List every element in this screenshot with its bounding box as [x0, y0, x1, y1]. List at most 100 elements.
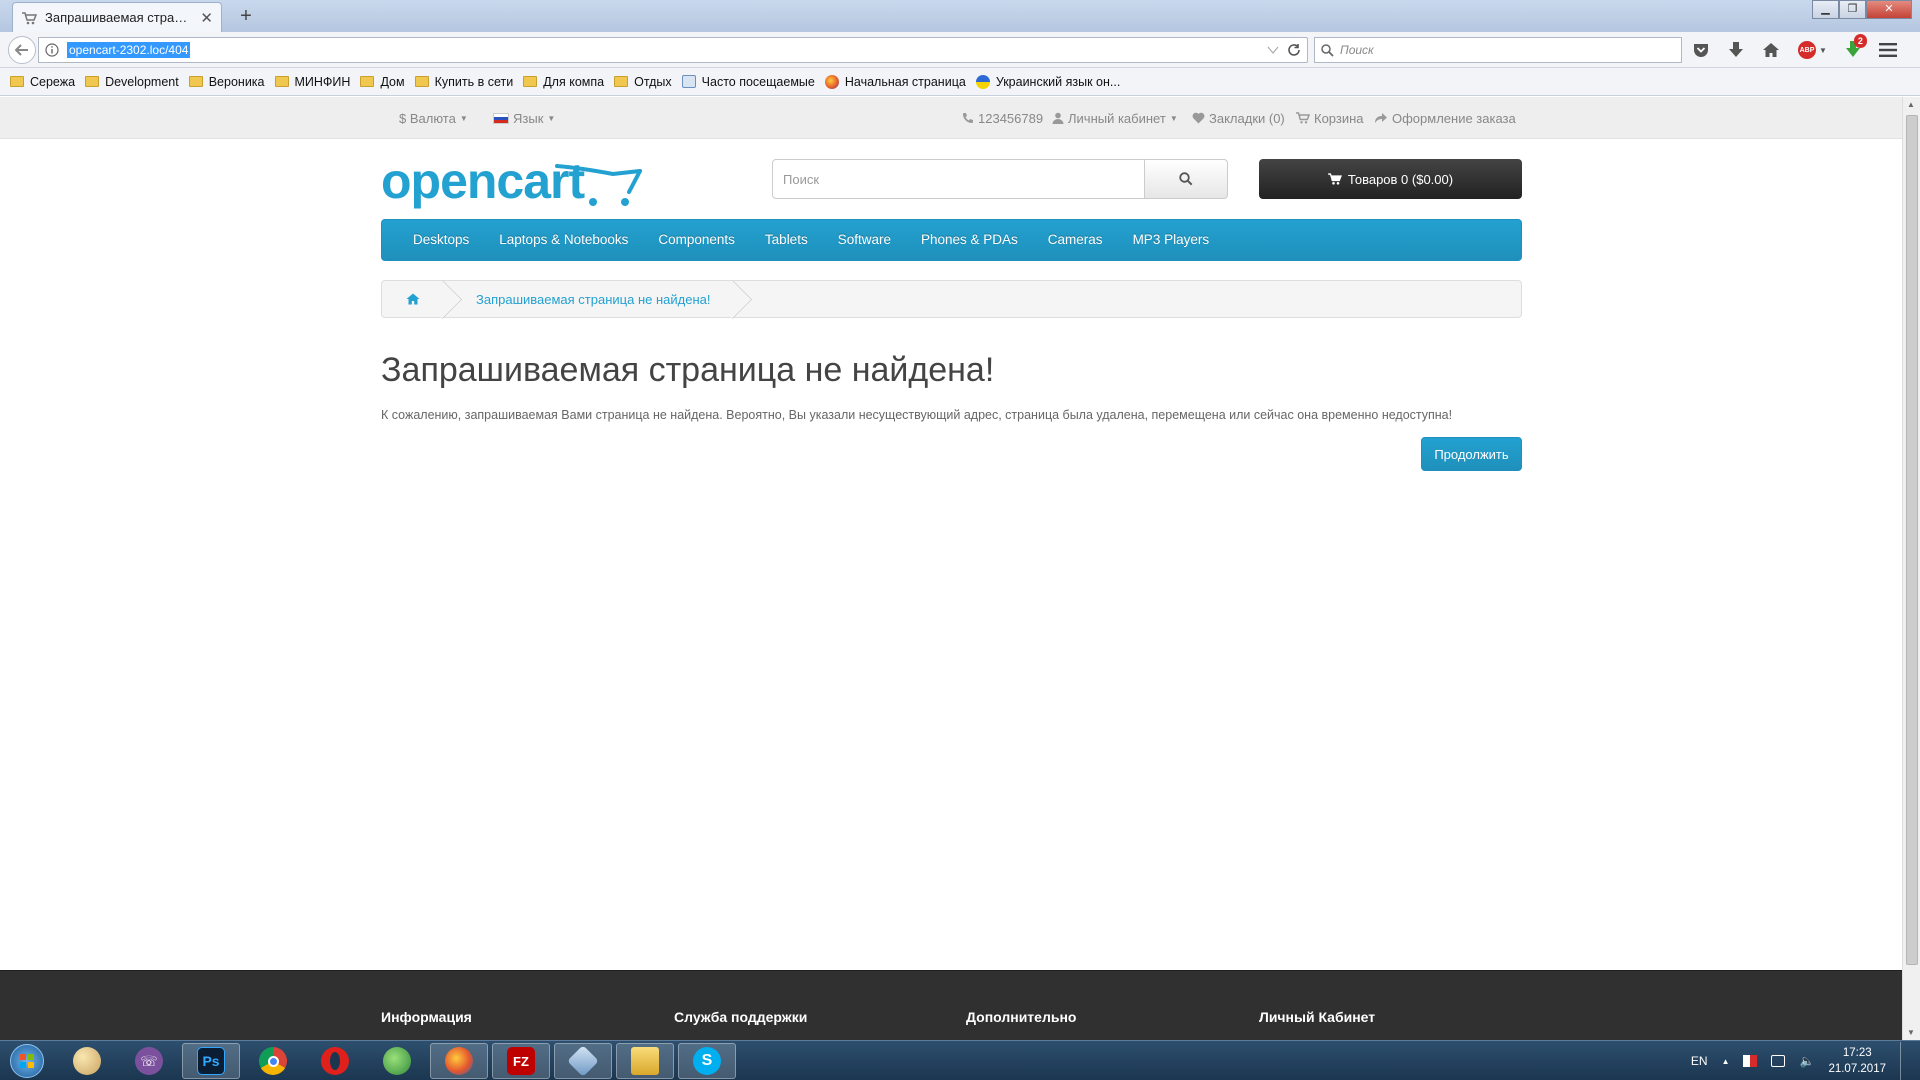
bookmark-item[interactable]: Сережа [10, 75, 75, 89]
breadcrumb-home[interactable] [382, 281, 444, 317]
volume-icon[interactable]: 🔈 [1799, 1054, 1814, 1068]
ukraine-flag-icon [975, 74, 990, 89]
menu-item-phones[interactable]: Phones & PDAs [906, 219, 1033, 261]
system-tray: EN ▲ 🔈 17:23 21.07.2017 [1691, 1041, 1910, 1080]
language-dropdown[interactable]: Язык ▼ [493, 97, 555, 139]
continue-button[interactable]: Продолжить [1421, 437, 1522, 471]
bookmark-item[interactable]: Для компа [523, 75, 604, 89]
url-text[interactable]: opencart-2302.loc/404 [67, 42, 191, 58]
skype-icon: S [693, 1047, 721, 1075]
taskbar-app-opera[interactable] [306, 1043, 364, 1079]
maximize-button[interactable]: ❐ [1839, 0, 1866, 19]
bookmark-item[interactable]: МИНФИН [274, 75, 350, 89]
taskbar-app-paint[interactable] [58, 1043, 116, 1079]
taskbar-app-explorer[interactable] [616, 1043, 674, 1079]
store-search-button[interactable] [1144, 159, 1228, 199]
taskbar-app-filezilla[interactable]: FZ [492, 1043, 550, 1079]
cart-favicon-icon [21, 11, 37, 25]
phone-number: 123456789 [978, 110, 1044, 126]
new-tab-button[interactable]: + [234, 3, 258, 29]
adblock-addon[interactable]: ABP ▼ [1798, 41, 1827, 59]
start-button[interactable] [4, 1042, 50, 1080]
input-language[interactable]: EN [1691, 1054, 1708, 1068]
bookmark-item[interactable]: Дом [360, 75, 405, 89]
scrollbar-thumb[interactable] [1906, 115, 1918, 965]
home-icon [406, 293, 420, 305]
scroll-down-arrow-icon[interactable]: ▼ [1907, 1028, 1915, 1037]
download-helper-addon[interactable]: 2 [1845, 33, 1867, 61]
cart-icon [1296, 112, 1310, 124]
action-center-flag-icon[interactable] [1743, 1055, 1758, 1067]
not-found-message: К сожалению, запрашиваемая Вами страница… [381, 408, 1453, 422]
menu-item-mp3[interactable]: MP3 Players [1118, 219, 1225, 261]
bookmark-item[interactable]: Development [85, 75, 179, 89]
bookmark-item[interactable]: Купить в сети [414, 74, 514, 89]
show-hidden-icons-icon[interactable]: ▲ [1722, 1057, 1730, 1066]
bookmark-item[interactable]: Отдых [614, 75, 672, 89]
home-icon[interactable] [1762, 42, 1780, 58]
back-button[interactable] [8, 36, 36, 64]
cart-label: Корзина [1314, 110, 1364, 126]
clock-time: 17:23 [1842, 1047, 1872, 1059]
taskbar-app-virtualbox[interactable] [554, 1043, 612, 1079]
address-bar[interactable]: opencart-2302.loc/404 [38, 37, 1308, 63]
account-dropdown[interactable]: Личный кабинет ▼ [1052, 97, 1178, 139]
breadcrumb-current[interactable]: Запрашиваемая страница не найдена! [444, 281, 734, 317]
cart-total-button[interactable]: Товаров 0 ($0.00) [1259, 159, 1522, 199]
dropdown-arrow-icon[interactable] [1267, 46, 1279, 54]
bookmark-item[interactable]: Вероника [188, 74, 265, 89]
taskbar-app-firefox[interactable] [430, 1043, 488, 1079]
taskbar-app-viber[interactable]: ☏ [120, 1043, 178, 1079]
close-window-button[interactable]: ✕ [1866, 0, 1912, 19]
bookmark-label: Вероника [208, 74, 265, 89]
bookmark-label: Украинский язык он... [995, 74, 1121, 89]
bookmark-item[interactable]: Начальная страница [824, 74, 966, 89]
adblock-icon: ABP [1798, 41, 1816, 59]
taskbar-app-chrome[interactable] [244, 1043, 302, 1079]
footer-heading-support: Служба поддержки [674, 1009, 808, 1025]
bookmark-item[interactable]: Украинский язык он... [975, 74, 1121, 89]
menu-item-software[interactable]: Software [823, 219, 906, 261]
download-icon[interactable] [1728, 41, 1744, 59]
minimize-button[interactable]: ▁ [1812, 0, 1839, 19]
menu-item-components[interactable]: Components [643, 219, 750, 261]
opencart-logo[interactable]: opencart [381, 153, 651, 210]
phone-link[interactable]: 123456789 [962, 97, 1043, 139]
clock[interactable]: 17:23 21.07.2017 [1828, 1045, 1886, 1077]
vertical-scrollbar[interactable]: ▲ ▼ [1902, 97, 1920, 1040]
browser-search-bar[interactable]: Поиск [1314, 37, 1682, 63]
pocket-icon[interactable] [1692, 42, 1710, 58]
tab-close-icon[interactable]: ✕ [200, 9, 213, 27]
taskbar-app-globe[interactable] [368, 1043, 426, 1079]
firefox-icon [445, 1047, 473, 1075]
breadcrumb-label: Запрашиваемая страница не найдена! [476, 291, 711, 307]
photoshop-icon: Ps [197, 1047, 225, 1075]
bookmark-label: Купить в сети [434, 74, 514, 89]
bookmark-label: Отдых [634, 74, 672, 89]
windows-logo-icon [10, 1044, 44, 1078]
browser-tab[interactable]: Запрашиваемая страниц... ✕ [12, 2, 222, 32]
bookmark-item[interactable]: Часто посещаемые [681, 75, 815, 89]
browser-tools: ABP ▼ 2 [1692, 33, 1897, 63]
menu-item-tablets[interactable]: Tablets [750, 219, 823, 261]
info-icon[interactable] [45, 43, 59, 57]
reload-icon[interactable] [1287, 43, 1301, 57]
currency-dropdown[interactable]: $ Валюта ▼ [399, 97, 468, 139]
checkout-link[interactable]: Оформление заказа [1374, 97, 1516, 139]
network-icon[interactable] [1771, 1055, 1786, 1067]
wishlist-link[interactable]: Закладки (0) [1192, 97, 1285, 139]
cart-link[interactable]: Корзина [1296, 97, 1364, 139]
scroll-up-arrow-icon[interactable]: ▲ [1907, 100, 1915, 109]
menu-item-desktops[interactable]: Desktops [398, 219, 484, 261]
taskbar-app-photoshop[interactable]: Ps [182, 1043, 240, 1079]
folder-icon [360, 76, 375, 87]
wishlist-label: Закладки (0) [1209, 110, 1285, 126]
menu-item-laptops[interactable]: Laptops & Notebooks [484, 219, 643, 261]
page-title: Запрашиваемая страница не найдена! [381, 351, 995, 389]
taskbar-app-skype[interactable]: S [678, 1043, 736, 1079]
show-desktop-button[interactable] [1900, 1042, 1910, 1080]
menu-item-cameras[interactable]: Cameras [1033, 219, 1118, 261]
hamburger-menu-icon[interactable] [1878, 43, 1897, 57]
store-search-input[interactable] [772, 159, 1145, 199]
windows-taskbar: ☏ Ps FZ S EN ▲ 🔈 17:23 21.07.2017 [0, 1040, 1920, 1080]
